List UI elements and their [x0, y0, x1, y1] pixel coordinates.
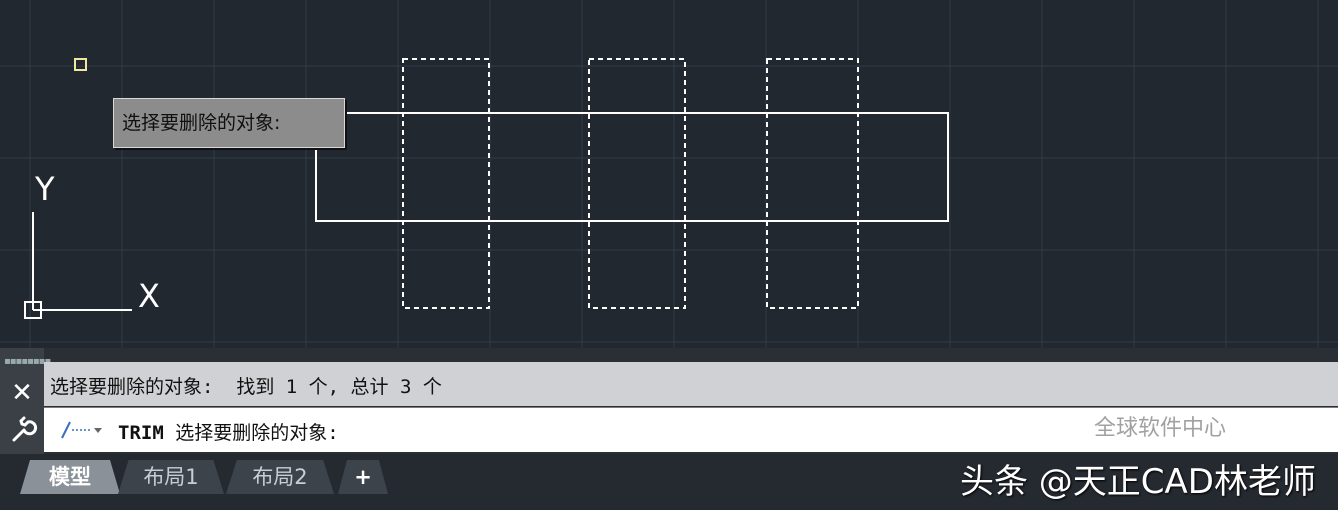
selected-rectangle-2[interactable]	[588, 58, 686, 309]
canvas-svg[interactable]: Y X	[0, 0, 1338, 348]
command-line-panel: ▪▪▪▪▪▪▪▪ ✕ 选择要删除的对象: 找到 1 个, 总计 3 个 TRIM…	[0, 348, 1338, 454]
ucs-x-label: X	[138, 277, 160, 315]
tooltip-text: 选择要删除的对象:	[122, 112, 281, 134]
tab-model[interactable]: 模型	[20, 460, 120, 494]
watermark-small: 全球软件中心	[1094, 416, 1227, 441]
ucs-icon: Y X	[24, 170, 160, 319]
ucs-y-label: Y	[34, 170, 55, 208]
command-name: TRIM	[118, 422, 164, 444]
layout-tab-bar: 模型 布局1 布局2 + 头条 @天正CAD林老师	[0, 454, 1338, 510]
main-rectangle[interactable]	[315, 112, 949, 222]
prompt-text: 选择要删除的对象:	[163, 422, 339, 444]
command-prompt: TRIM 选择要删除的对象:	[118, 418, 339, 445]
dynamic-input-tooltip: 选择要删除的对象:	[113, 98, 345, 148]
selected-rectangle-3[interactable]	[766, 58, 859, 309]
tab-layout1[interactable]: 布局1	[118, 460, 224, 494]
command-input[interactable]: TRIM 选择要删除的对象: 全球软件中心	[44, 407, 1338, 452]
add-layout-button[interactable]: +	[338, 460, 388, 494]
command-prompt-icon[interactable]	[60, 418, 110, 442]
command-line-toolbar: ▪▪▪▪▪▪▪▪ ✕	[0, 348, 51, 454]
command-history: 选择要删除的对象: 找到 1 个, 总计 3 个	[44, 362, 1338, 406]
selected-rectangle-1[interactable]	[402, 58, 490, 309]
watermark-big: 头条 @天正CAD林老师	[960, 462, 1316, 502]
history-line: 选择要删除的对象: 找到 1 个, 总计 3 个	[50, 376, 442, 398]
grip-handle-icon[interactable]: ▪▪▪▪▪▪▪▪	[4, 356, 51, 368]
drawing-canvas[interactable]: Y X 选择要删除的对象:	[0, 0, 1338, 348]
close-icon[interactable]: ✕	[4, 376, 40, 410]
tab-layout2[interactable]: 布局2	[226, 460, 334, 494]
wrench-icon[interactable]	[4, 414, 40, 448]
drawing-grid	[0, 0, 1338, 348]
pickbox-cursor	[74, 58, 87, 71]
